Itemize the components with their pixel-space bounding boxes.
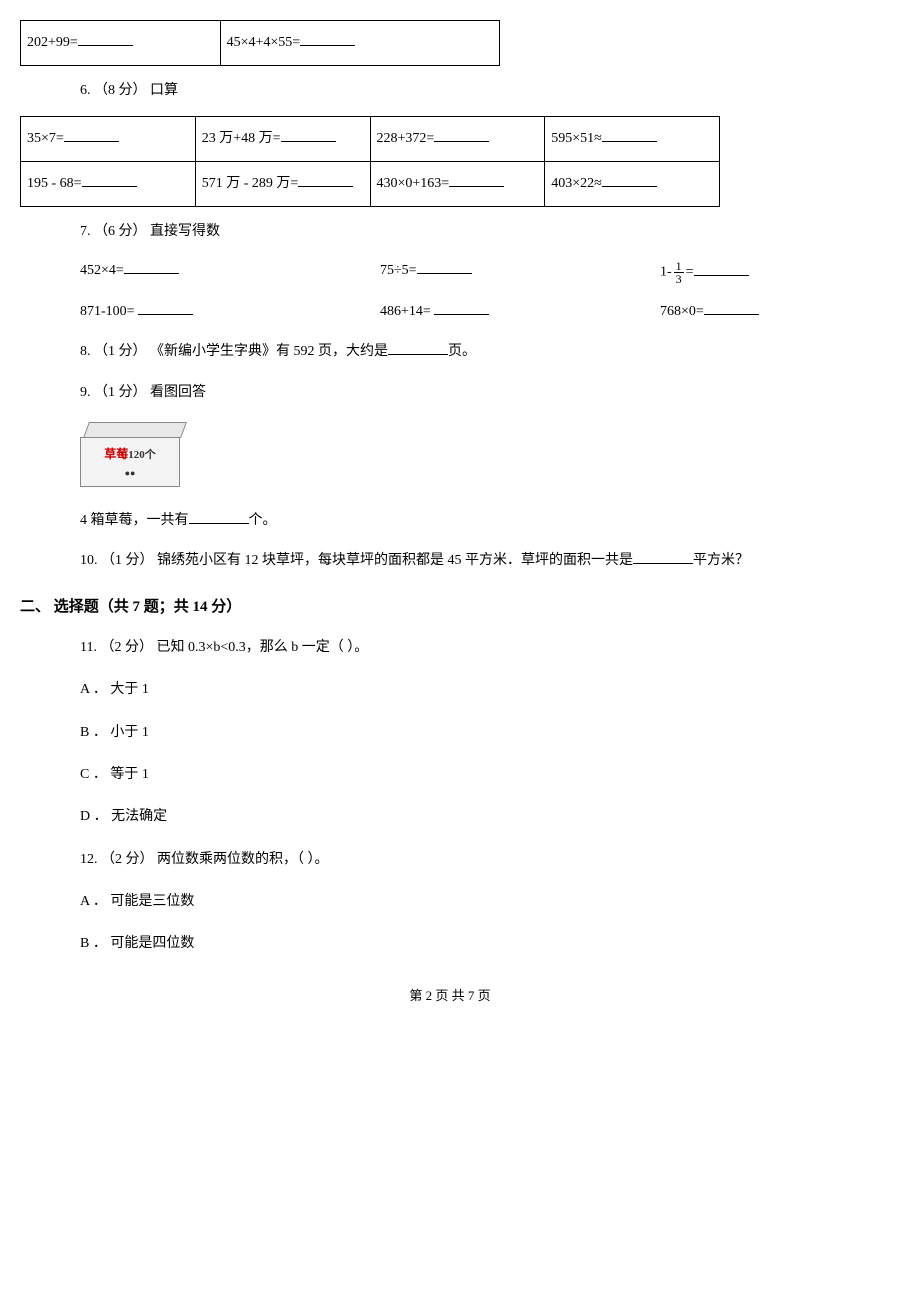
- table-q5-part: 202+99= 45×4+4×55=: [20, 20, 500, 66]
- q7-r2c1: 871-100=: [80, 301, 380, 323]
- blank: [300, 32, 355, 46]
- q12-option-B: B ． 可能是四位数: [80, 933, 880, 955]
- blank: [602, 173, 657, 187]
- expr-b: =: [686, 265, 694, 280]
- expr: 430×0+163=: [377, 176, 450, 191]
- cell: 23 万+48 万=: [195, 117, 370, 162]
- q11-option-D: D ． 无法确定: [80, 806, 880, 828]
- cell: 430×0+163=: [370, 162, 545, 207]
- q7-r2c3: 768×0=: [660, 301, 860, 323]
- q7-row1: 452×4= 75÷5= 1-13=: [80, 260, 880, 285]
- box-label-count: 120个: [128, 449, 156, 461]
- q7-row2: 871-100= 486+14= 768×0=: [80, 301, 880, 323]
- blank: [694, 262, 749, 276]
- q10-text-a: 10. （1 分） 锦绣苑小区有 12 块草坪，每块草坪的面积都是 45 平方米…: [80, 553, 633, 568]
- blank: [138, 301, 193, 315]
- blank: [434, 301, 489, 315]
- q7-r1c3: 1-13=: [660, 260, 860, 285]
- q7-r1c2: 75÷5=: [380, 260, 660, 285]
- q8-text-b: 页。: [448, 344, 476, 359]
- blank: [78, 32, 133, 46]
- q9-text-a: 4 箱草莓，一共有: [80, 513, 189, 528]
- expr: 202+99=: [27, 35, 78, 50]
- page-footer: 第 2 页 共 7 页: [20, 986, 880, 1007]
- q7-label: 7. （6 分） 直接写得数: [80, 221, 880, 243]
- cell: 202+99=: [21, 21, 221, 66]
- q7-r2c2: 486+14=: [380, 301, 660, 323]
- box-label-name: 草莓: [104, 447, 128, 461]
- cell: 45×4+4×55=: [220, 21, 499, 66]
- expr: 195 - 68=: [27, 176, 82, 191]
- blank: [124, 260, 179, 274]
- cell: 35×7=: [21, 117, 196, 162]
- expr: 768×0=: [660, 304, 704, 319]
- q9-label: 9. （1 分） 看图回答: [80, 382, 880, 404]
- strawberry-box-image: 草莓120个 ●●: [80, 422, 190, 492]
- blank: [189, 510, 249, 524]
- q7-r1c1: 452×4=: [80, 260, 380, 285]
- q11-option-C: C ． 等于 1: [80, 764, 880, 786]
- box-lid: [83, 422, 187, 438]
- expr: 403×22≈: [551, 176, 602, 191]
- fraction: 13: [674, 260, 684, 285]
- blank: [64, 128, 119, 142]
- strawberry-icon: ●●: [125, 466, 136, 480]
- blank: [602, 128, 657, 142]
- blank: [281, 128, 336, 142]
- q12-option-A: A ． 可能是三位数: [80, 891, 880, 913]
- expr: 75÷5=: [380, 263, 417, 278]
- blank: [388, 341, 448, 355]
- cell: 595×51≈: [545, 117, 720, 162]
- blank: [417, 260, 472, 274]
- expr: 595×51≈: [551, 131, 602, 146]
- table-q6: 35×7= 23 万+48 万= 228+372= 595×51≈ 195 - …: [20, 116, 720, 207]
- q6-label: 6. （8 分） 口算: [80, 80, 880, 102]
- q9-text: 4 箱草莓，一共有 个。: [80, 510, 880, 532]
- section-2-heading: 二、 选择题（共 7 题；共 14 分）: [20, 595, 880, 619]
- q11-stem: 11. （2 分） 已知 0.3×b<0.3，那么 b 一定（ ）。: [80, 637, 880, 659]
- expr-a: 1-: [660, 265, 672, 280]
- expr: 228+372=: [377, 131, 435, 146]
- numerator: 1: [674, 260, 684, 273]
- q8-text-a: 8. （1 分） 《新编小学生字典》有 592 页，大约是: [80, 344, 388, 359]
- q12-stem: 12. （2 分） 两位数乘两位数的积，（ ）。: [80, 849, 880, 871]
- cell: 403×22≈: [545, 162, 720, 207]
- q10: 10. （1 分） 锦绣苑小区有 12 块草坪，每块草坪的面积都是 45 平方米…: [80, 550, 880, 572]
- expr: 23 万+48 万=: [202, 131, 281, 146]
- q11-option-A: A ． 大于 1: [80, 679, 880, 701]
- q11-option-B: B ． 小于 1: [80, 722, 880, 744]
- expr: 45×4+4×55=: [227, 35, 301, 50]
- blank: [434, 128, 489, 142]
- expr: 486+14=: [380, 304, 434, 319]
- q8: 8. （1 分） 《新编小学生字典》有 592 页，大约是 页。: [80, 341, 880, 363]
- blank: [298, 173, 353, 187]
- cell: 195 - 68=: [21, 162, 196, 207]
- blank: [704, 301, 759, 315]
- box-front: 草莓120个 ●●: [80, 437, 180, 487]
- expr: 571 万 - 289 万=: [202, 176, 299, 191]
- cell: 228+372=: [370, 117, 545, 162]
- denominator: 3: [674, 273, 684, 285]
- cell: 571 万 - 289 万=: [195, 162, 370, 207]
- blank: [82, 173, 137, 187]
- expr: 871-100=: [80, 304, 138, 319]
- blank: [633, 550, 693, 564]
- blank: [449, 173, 504, 187]
- expr: 452×4=: [80, 263, 124, 278]
- expr: 35×7=: [27, 131, 64, 146]
- q9-text-b: 个。: [249, 513, 277, 528]
- q10-text-b: 平方米？: [693, 553, 749, 568]
